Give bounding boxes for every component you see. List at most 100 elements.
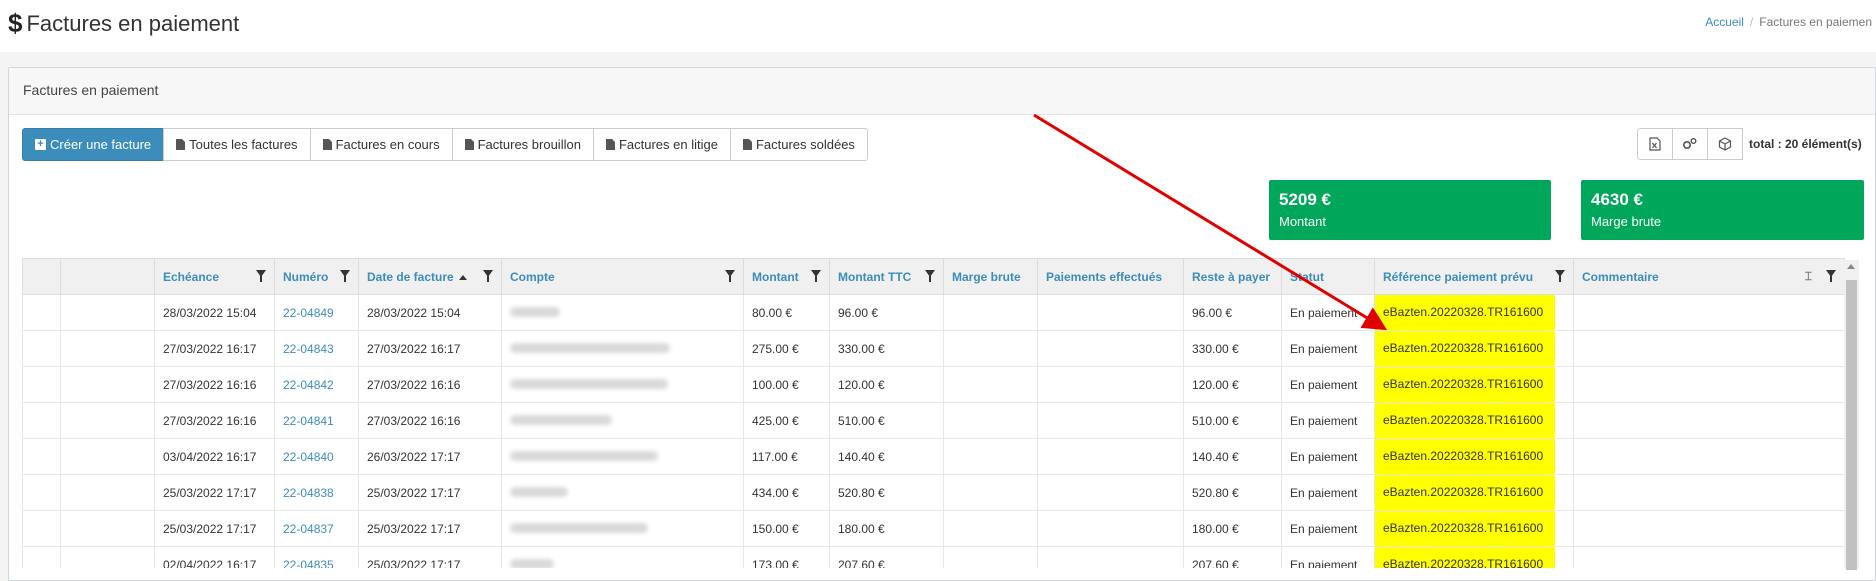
numero-cell: 22-04838 bbox=[274, 474, 359, 511]
all-invoices-button[interactable]: Toutes les factures bbox=[163, 128, 311, 161]
column-header[interactable]: Montant bbox=[743, 258, 830, 295]
status-cell: En paiement bbox=[1281, 402, 1375, 439]
echeance-cell: 25/03/2022 17:17 bbox=[154, 474, 275, 511]
column-header[interactable]: Commentaire ⌶ bbox=[1573, 258, 1845, 295]
status-cell: En paiement bbox=[1281, 510, 1375, 547]
column-header[interactable]: Paiements effectués bbox=[1037, 258, 1184, 295]
table-tools: total : 20 élément(s) bbox=[1637, 128, 1862, 160]
table-row[interactable]: 27/03/2022 16:16 22-04841 27/03/2022 16:16… bbox=[22, 402, 1845, 439]
redacted-account-name bbox=[510, 414, 612, 425]
column-header-label: Reste à payer bbox=[1192, 269, 1271, 284]
table-header-row: Echéance Numéro Date de facture Compte M… bbox=[22, 258, 1845, 295]
account-cell bbox=[501, 474, 744, 511]
gross-margin-cell bbox=[943, 330, 1038, 367]
comment-cell bbox=[1573, 474, 1845, 511]
column-header-label: Statut bbox=[1290, 269, 1324, 284]
cube-icon bbox=[1718, 137, 1732, 151]
scrollbar-thumb[interactable] bbox=[1846, 280, 1857, 570]
sort-ascending-icon bbox=[458, 274, 467, 280]
comment-cell bbox=[1573, 510, 1845, 547]
invoice-number-link[interactable]: 22-04837 bbox=[283, 522, 334, 536]
breadcrumb-home-link[interactable]: Accueil bbox=[1705, 15, 1744, 29]
invoice-number-link[interactable]: 22-04841 bbox=[283, 414, 334, 428]
breadcrumb: Accueil / Factures en paiemen bbox=[1705, 15, 1872, 29]
page: $ Factures en paiement Accueil / Factures … bbox=[0, 0, 1876, 581]
table-row[interactable]: 27/03/2022 16:16 22-04842 27/03/2022 16:16… bbox=[22, 366, 1845, 403]
date-cell: 25/03/2022 17:17 bbox=[358, 510, 502, 547]
status-cell: En paiement bbox=[1281, 366, 1375, 403]
payment-reference-cell: eBazten.20220328.TR161600 bbox=[1374, 402, 1574, 439]
invoice-number-link[interactable]: 22-04838 bbox=[283, 486, 334, 500]
cube-button[interactable] bbox=[1707, 128, 1743, 160]
column-header[interactable]: Référence paiement prévu bbox=[1374, 258, 1574, 295]
filter-icon[interactable] bbox=[811, 270, 821, 282]
invoice-number-link[interactable]: 22-04840 bbox=[283, 450, 334, 464]
table-row[interactable]: 25/03/2022 17:17 22-04838 25/03/2022 17:17… bbox=[22, 474, 1845, 511]
column-resize-icon[interactable]: ⌶ bbox=[1805, 269, 1812, 284]
table-row[interactable]: 28/03/2022 15:04 22-04849 28/03/2022 15:04… bbox=[22, 294, 1845, 331]
numero-cell: 22-04843 bbox=[274, 330, 359, 367]
filter-icon[interactable] bbox=[340, 270, 350, 282]
filter-icon[interactable] bbox=[925, 270, 935, 282]
gross-margin-stat-card: 4630 € Marge brute bbox=[1581, 180, 1864, 240]
table-row[interactable]: 02/04/2022 16:17 22-04835 25/03/2022 17:17… bbox=[22, 546, 1845, 569]
column-header[interactable]: Marge brute bbox=[943, 258, 1038, 295]
column-header-label: Référence paiement prévu bbox=[1383, 269, 1534, 284]
settled-invoices-label: Factures soldées bbox=[755, 137, 855, 152]
draft-invoices-button[interactable]: Factures brouillon bbox=[451, 128, 594, 161]
column-header-label: Commentaire bbox=[1582, 269, 1659, 284]
table-row[interactable]: 27/03/2022 16:17 22-04843 27/03/2022 16:17… bbox=[22, 330, 1845, 367]
filter-icon[interactable] bbox=[256, 270, 266, 282]
settled-invoices-button[interactable]: Factures soldées bbox=[729, 128, 868, 161]
remaining-cell: 510.00 € bbox=[1183, 402, 1282, 439]
settings-icon bbox=[1682, 138, 1697, 150]
remaining-cell: 207.60 € bbox=[1183, 546, 1282, 568]
amount-cell: 117.00 € bbox=[743, 438, 830, 475]
excel-export-button[interactable] bbox=[1637, 128, 1673, 160]
column-header-label: Marge brute bbox=[952, 269, 1021, 284]
draft-invoices-label: Factures brouillon bbox=[477, 137, 581, 152]
payment-reference-cell: eBazten.20220328.TR161600 bbox=[1374, 474, 1574, 511]
table-row[interactable]: 03/04/2022 16:17 22-04840 26/03/2022 17:17… bbox=[22, 438, 1845, 475]
date-cell: 27/03/2022 16:16 bbox=[358, 402, 502, 439]
filter-icon[interactable] bbox=[725, 270, 735, 282]
page-title-text: Factures en paiement bbox=[26, 10, 240, 36]
invoice-number-link[interactable]: 22-04843 bbox=[283, 342, 334, 356]
table-row[interactable]: 25/03/2022 17:17 22-04837 25/03/2022 17:17… bbox=[22, 510, 1845, 547]
column-header[interactable]: Statut bbox=[1281, 258, 1375, 295]
amount-cell: 80.00 € bbox=[743, 294, 830, 331]
invoice-number-link[interactable]: 22-04842 bbox=[283, 378, 334, 392]
remaining-cell: 140.40 € bbox=[1183, 438, 1282, 475]
column-header[interactable]: Echéance bbox=[154, 258, 275, 295]
echeance-cell: 25/03/2022 17:17 bbox=[154, 510, 275, 547]
date-cell: 28/03/2022 15:04 bbox=[358, 294, 502, 331]
numero-cell: 22-04842 bbox=[274, 366, 359, 403]
column-header[interactable]: Reste à payer bbox=[1183, 258, 1282, 295]
payment-reference-cell: eBazten.20220328.TR161600 bbox=[1374, 546, 1574, 568]
date-cell: 27/03/2022 16:16 bbox=[358, 366, 502, 403]
gross-margin-cell bbox=[943, 294, 1038, 331]
filter-icon[interactable] bbox=[1826, 270, 1836, 282]
column-header[interactable]: Date de facture bbox=[358, 258, 502, 295]
account-cell bbox=[501, 402, 744, 439]
column-header[interactable]: Montant TTC bbox=[829, 258, 944, 295]
invoices-in-progress-button[interactable]: Factures en cours bbox=[309, 128, 453, 161]
invoice-number-link[interactable]: 22-04849 bbox=[283, 306, 334, 320]
invoice-number-link[interactable]: 22-04835 bbox=[283, 558, 334, 569]
comment-cell bbox=[1573, 402, 1845, 439]
column-header[interactable]: Compte bbox=[501, 258, 744, 295]
column-header[interactable]: Numéro bbox=[274, 258, 359, 295]
disputed-invoices-button[interactable]: Factures en litige bbox=[592, 128, 731, 161]
scroll-up-arrow-icon[interactable] bbox=[1847, 264, 1855, 269]
settings-button[interactable] bbox=[1672, 128, 1708, 160]
filter-icon[interactable] bbox=[1555, 270, 1565, 282]
file-icon bbox=[742, 139, 752, 150]
table-scrollbar[interactable] bbox=[1844, 260, 1859, 570]
create-invoice-button[interactable]: + Créer une facture bbox=[22, 128, 165, 161]
actions-cell bbox=[60, 402, 155, 439]
amount-ttc-cell: 330.00 € bbox=[829, 330, 944, 367]
filter-icon[interactable] bbox=[483, 270, 493, 282]
echeance-cell: 03/04/2022 16:17 bbox=[154, 438, 275, 475]
payments-made-cell bbox=[1037, 366, 1184, 403]
amount-stat-card: 5209 € Montant bbox=[1269, 180, 1551, 240]
